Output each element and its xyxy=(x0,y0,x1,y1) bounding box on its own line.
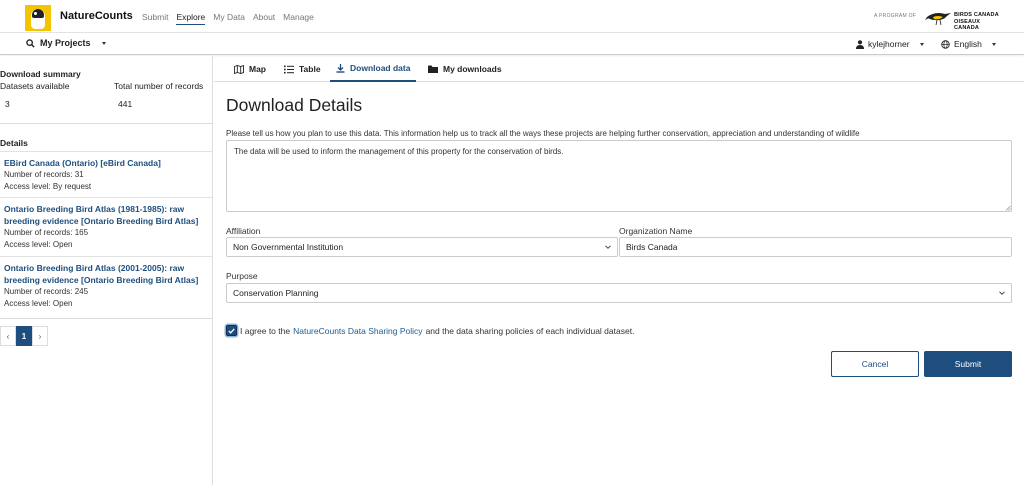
divider xyxy=(0,123,212,124)
organization-label: Organization Name xyxy=(619,226,693,236)
consent-text-post: and the data sharing policies of each in… xyxy=(425,325,635,336)
explore-tabs: Map Table Download data My downloads xyxy=(214,56,1024,82)
search-icon xyxy=(26,38,35,48)
consent-text-pre: I agree to the xyxy=(240,325,291,336)
affiliation-value: Non Governmental Institution xyxy=(233,242,344,252)
partner-name: BIRDS CANADA OISEAUX CANADA xyxy=(954,12,999,31)
birds-canada-logo[interactable]: BIRDS CANADA OISEAUX CANADA xyxy=(925,7,1000,31)
dataset-item: Ontario Breeding Bird Atlas (2001-2005):… xyxy=(0,256,212,313)
chevron-down-icon xyxy=(991,42,996,46)
download-summary-sidebar: Download summary Datasets available Tota… xyxy=(0,56,213,485)
map-icon xyxy=(234,64,244,74)
language-label: English xyxy=(954,39,982,49)
checkmark-icon xyxy=(228,327,235,334)
tab-map[interactable]: Map xyxy=(228,56,272,82)
tab-table-label: Table xyxy=(299,64,321,74)
dataset-records: Number of records: 165 xyxy=(4,228,89,237)
tab-download-data[interactable]: Download data xyxy=(330,56,417,82)
chevron-down-icon xyxy=(101,41,106,45)
records-label: Total number of records xyxy=(114,81,204,91)
cancel-button[interactable]: Cancel xyxy=(831,351,919,377)
user-icon xyxy=(856,39,864,49)
dataset-link[interactable]: Ontario Breeding Bird Atlas (1981-1985):… xyxy=(4,203,208,227)
pagination: ‹ 1 › xyxy=(0,326,48,348)
dataset-item: Ontario Breeding Bird Atlas (1981-1985):… xyxy=(0,197,212,254)
dataset-item: EBird Canada (Ontario) [eBird Canada] Nu… xyxy=(0,151,212,196)
brand-name[interactable]: NatureCounts xyxy=(60,10,133,22)
consent-checkbox[interactable] xyxy=(226,325,237,336)
dataset-records: Number of records: 31 xyxy=(4,170,84,179)
records-value: 441 xyxy=(118,99,133,109)
chickadee-icon xyxy=(31,9,45,29)
organization-value: Birds Canada xyxy=(626,242,678,252)
tab-download-label: Download data xyxy=(350,63,411,73)
dataset-access: Access level: Open xyxy=(4,298,73,308)
dataset-access: Access level: Open xyxy=(4,239,73,249)
chevron-down-icon xyxy=(919,42,924,46)
affiliation-select[interactable]: Non Governmental Institution xyxy=(226,237,618,257)
list-icon xyxy=(284,65,294,73)
usage-textarea[interactable]: The data will be used to inform the mana… xyxy=(226,140,1012,212)
datasets-label: Datasets available xyxy=(0,81,70,91)
tab-map-label: Map xyxy=(249,64,266,74)
dataset-records: Number of records: 245 xyxy=(4,287,89,296)
language-menu[interactable]: English xyxy=(941,39,996,49)
chevron-down-icon xyxy=(999,291,1005,295)
data-sharing-policy-link[interactable]: NatureCounts Data Sharing Policy xyxy=(293,326,422,336)
dataset-link[interactable]: EBird Canada (Ontario) [eBird Canada] xyxy=(4,157,208,169)
purpose-label: Purpose xyxy=(226,271,258,281)
details-title: Details xyxy=(0,138,28,148)
tab-table[interactable]: Table xyxy=(278,56,327,82)
folder-icon xyxy=(428,65,438,73)
dataset-access: Access level: By request xyxy=(4,181,92,191)
resize-grip-icon[interactable] xyxy=(1005,205,1011,211)
my-projects-dropdown[interactable]: My Projects xyxy=(26,38,106,48)
main-nav: Submit Explore My Data About Manage xyxy=(142,12,314,25)
bird-icon xyxy=(925,13,951,26)
affiliation-label: Affiliation xyxy=(226,226,261,236)
user-menu[interactable]: kylejhorner xyxy=(856,39,924,49)
purpose-select[interactable]: Conservation Planning xyxy=(226,283,1012,303)
organization-input[interactable]: Birds Canada xyxy=(619,237,1012,257)
datasets-value: 3 xyxy=(5,99,10,109)
tab-my-downloads-label: My downloads xyxy=(443,64,502,74)
nav-explore[interactable]: Explore xyxy=(176,12,206,25)
my-projects-label: My Projects xyxy=(40,38,91,48)
chevron-down-icon xyxy=(605,245,611,249)
top-nav-bar: NatureCounts Submit Explore My Data Abou… xyxy=(0,0,1024,33)
project-bar: My Projects kylejhorner English xyxy=(0,33,1024,55)
nav-manage[interactable]: Manage xyxy=(283,12,314,25)
divider xyxy=(0,318,212,319)
page-title: Download Details xyxy=(226,95,363,115)
nav-about[interactable]: About xyxy=(253,12,275,25)
submit-button[interactable]: Submit xyxy=(924,351,1012,377)
naturecounts-logo[interactable] xyxy=(25,5,51,31)
nav-my-data[interactable]: My Data xyxy=(213,12,245,25)
summary-title: Download summary xyxy=(0,69,81,79)
prev-page-button[interactable]: ‹ xyxy=(0,326,16,346)
consent-row: I agree to the NatureCounts Data Sharing… xyxy=(226,325,634,336)
dataset-link[interactable]: Ontario Breeding Bird Atlas (2001-2005):… xyxy=(4,262,208,286)
nav-submit[interactable]: Submit xyxy=(142,12,168,25)
purpose-value: Conservation Planning xyxy=(233,288,319,298)
username: kylejhorner xyxy=(868,39,910,49)
download-icon xyxy=(336,63,345,73)
page-1-button[interactable]: 1 xyxy=(16,326,32,346)
next-page-button[interactable]: › xyxy=(32,326,48,346)
program-label: A PROGRAM OF xyxy=(874,13,917,19)
globe-icon xyxy=(941,39,950,49)
tab-my-downloads[interactable]: My downloads xyxy=(422,56,508,82)
usage-prompt: Please tell us how you plan to use this … xyxy=(226,129,860,138)
